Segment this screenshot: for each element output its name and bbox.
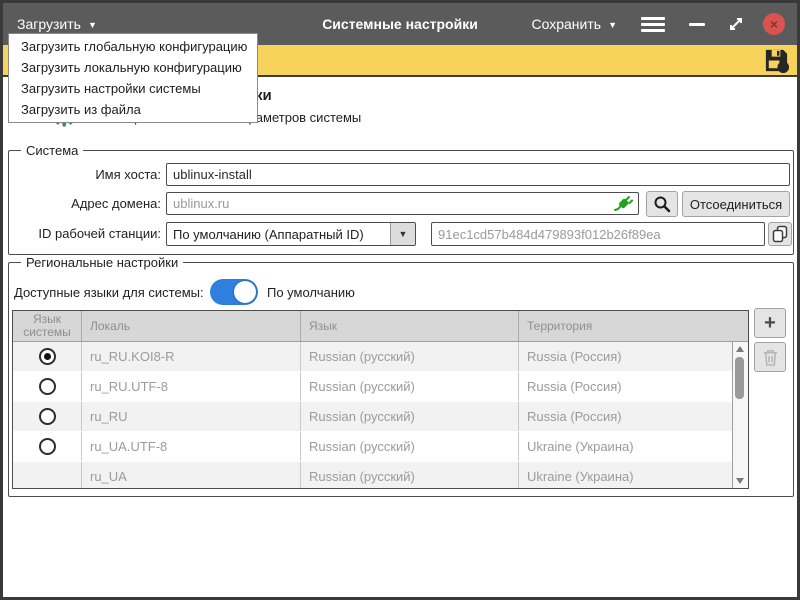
language-radio[interactable] [39,378,56,395]
table-row[interactable]: ru_RU.KOI8-R Russian (русский) Russia (Р… [13,342,732,372]
chevron-down-icon[interactable]: ▼ [390,223,415,245]
station-id-select[interactable]: По умолчанию (Аппаратный ID) ▼ [166,222,416,246]
minimize-button[interactable] [689,15,707,33]
domain-input[interactable] [166,192,639,215]
save-menu-label: Сохранить [532,16,602,32]
cell-territory: Ukraine (Украина) [519,462,732,488]
station-id-selected-option: По умолчанию (Аппаратный ID) [167,223,390,245]
cell-territory: Russia (Россия) [519,342,732,371]
disconnect-button[interactable]: Отсоединиться [682,191,790,217]
regional-group: Региональные настройки Доступные языки д… [8,262,794,497]
cell-language: Russian (русский) [301,432,519,461]
load-dropdown-menu: Загрузить глобальную конфигурацию Загруз… [8,33,258,123]
cell-language: Russian (русский) [301,462,519,488]
scroll-up-icon[interactable] [736,346,744,352]
cell-locale: ru_RU.KOI8-R [82,342,301,371]
locales-table: Язык системы Локаль Язык Территория ru_R… [12,310,749,489]
table-row[interactable]: ru_RU Russian (русский) Russia (Россия) [13,402,732,432]
languages-toggle[interactable] [210,279,258,305]
table-row[interactable]: ru_RU.UTF-8 Russian (русский) Russia (Ро… [13,372,732,402]
cell-language: Russian (русский) [301,402,519,431]
close-icon: × [770,16,778,32]
system-settings-window: Загрузить ▼ Системные настройки Сохранит… [0,0,800,600]
station-id-value-input[interactable] [431,222,765,246]
main-content: ⚙ ⚙ Системные настройки Настройка основн… [3,77,797,596]
table-scrollbar[interactable] [732,342,748,488]
domain-label: Адрес домена: [13,196,161,212]
cell-language: Russian (русский) [301,342,519,371]
language-radio[interactable] [39,348,56,365]
hostname-input[interactable] [166,163,790,186]
cell-language: Russian (русский) [301,372,519,401]
cell-locale: ru_RU [82,402,301,431]
language-radio[interactable] [39,438,56,455]
scrollbar-thumb[interactable] [735,357,744,399]
plug-connected-icon [613,195,633,217]
maximize-icon [727,15,745,33]
hostname-label: Имя хоста: [13,167,161,183]
menu-item-load-from-file[interactable]: Загрузить из файла [9,99,257,120]
menu-icon[interactable] [641,17,665,32]
table-row[interactable]: ru_UA Russian (русский) Ukraine (Украина… [13,462,732,488]
plus-icon: + [764,313,776,333]
available-languages-label: Доступные языки для системы: [14,285,204,300]
chevron-down-icon: ▼ [608,21,617,30]
table-header: Язык системы Локаль Язык Территория [13,311,748,342]
delete-locale-button[interactable] [754,342,786,372]
search-icon [653,195,671,213]
cell-locale: ru_UA.UTF-8 [82,432,301,461]
save-menu-button[interactable]: Сохранить ▼ [532,16,618,32]
table-row[interactable]: ru_UA.UTF-8 Russian (русский) Ukraine (У… [13,432,732,462]
menu-item-load-system-settings[interactable]: Загрузить настройки системы [9,78,257,99]
save-to-file-button[interactable] [763,47,790,79]
system-group-legend: Система [21,143,83,158]
menu-item-load-global-config[interactable]: Загрузить глобальную конфигурацию [9,36,257,57]
floppy-disk-icon [763,47,790,74]
system-group: Система Имя хоста: Адрес домена: [8,150,794,255]
load-menu-button[interactable]: Загрузить ▼ [17,16,97,32]
maximize-button[interactable] [727,15,745,33]
trash-icon [762,348,779,367]
table-body: ru_RU.KOI8-R Russian (русский) Russia (Р… [13,342,732,488]
copy-button[interactable] [768,222,792,246]
cell-territory: Ukraine (Украина) [519,432,732,461]
column-header-territory: Территория [519,311,732,341]
column-header-system-language: Язык системы [13,311,82,341]
domain-field [166,192,639,215]
language-radio[interactable] [39,408,56,425]
regional-group-legend: Региональные настройки [21,255,183,270]
column-header-locale: Локаль [82,311,301,341]
cell-locale: ru_RU.UTF-8 [82,372,301,401]
search-button[interactable] [646,191,678,217]
close-button[interactable]: × [763,13,785,35]
load-menu-label: Загрузить [17,16,81,32]
titlebar-controls: Сохранить ▼ × [532,13,786,35]
scroll-down-icon[interactable] [736,478,744,484]
cell-territory: Russia (Россия) [519,372,732,401]
station-id-label: ID рабочей станции: [13,226,161,242]
menu-item-load-local-config[interactable]: Загрузить локальную конфигурацию [9,57,257,78]
copy-icon [772,225,788,243]
cell-territory: Russia (Россия) [519,402,732,431]
disconnect-button-label: Отсоединиться [690,197,782,212]
chevron-down-icon: ▼ [88,21,97,30]
minimize-icon [689,23,705,26]
column-header-language: Язык [301,311,519,341]
cell-locale: ru_UA [82,462,301,488]
toggle-state-label: По умолчанию [267,285,355,300]
add-locale-button[interactable]: + [754,308,786,338]
toggle-knob [234,281,256,303]
